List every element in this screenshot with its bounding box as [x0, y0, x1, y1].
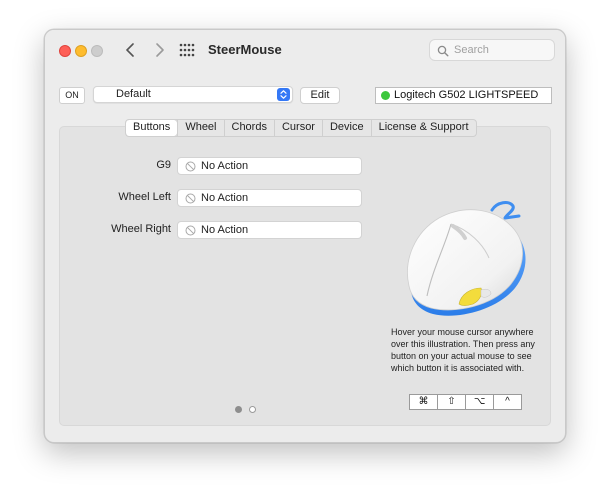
button-action-value: No Action: [201, 160, 249, 172]
profile-select[interactable]: Default: [93, 86, 293, 103]
tab-buttons[interactable]: Buttons: [126, 120, 178, 136]
button-label: Wheel Left: [118, 191, 171, 203]
no-action-icon: [185, 225, 196, 236]
select-stepper-icon: [277, 88, 290, 101]
button-row-wheel-right: Wheel Right No Action: [45, 221, 365, 239]
tab-wheel[interactable]: Wheel: [177, 120, 223, 136]
button-action-value: No Action: [201, 224, 249, 236]
button-action-value: No Action: [201, 192, 249, 204]
button-action-field[interactable]: No Action: [177, 221, 362, 239]
mouse-icon: [407, 201, 526, 316]
button-label: Wheel Right: [111, 223, 171, 235]
app-window: SteerMouse Search ON Default Edit Logite…: [44, 29, 566, 443]
device-name: Logitech G502 LIGHTSPEED: [394, 89, 539, 101]
button-label: G9: [156, 159, 171, 171]
chevron-left-icon: [126, 43, 134, 57]
search-placeholder: Search: [454, 44, 489, 56]
show-all-button[interactable]: [179, 43, 195, 57]
page-dot-1[interactable]: [235, 406, 242, 413]
no-action-icon: [185, 193, 196, 204]
tab-cursor[interactable]: Cursor: [273, 120, 322, 136]
button-row-wheel-left: Wheel Left No Action: [45, 189, 365, 207]
device-selector[interactable]: Logitech G502 LIGHTSPEED: [375, 87, 552, 104]
grid-icon: [179, 43, 195, 57]
back-button[interactable]: [121, 41, 141, 59]
on-toggle-button[interactable]: ON: [59, 87, 85, 104]
edit-button[interactable]: Edit: [300, 87, 340, 104]
tab-chords[interactable]: Chords: [223, 120, 274, 136]
button-row-g9: G9 No Action: [45, 157, 365, 175]
search-field[interactable]: Search: [429, 39, 555, 61]
zoom-window-button[interactable]: [91, 45, 103, 57]
illustration-hint-text: Hover your mouse cursor anywhere over th…: [391, 327, 535, 373]
profile-toolbar: ON Default Edit Logitech G502 LIGHTSPEED: [45, 85, 565, 107]
modifier-key-bar: ⌘ ⇧ ⌥ ^: [409, 394, 522, 410]
tab-license-support[interactable]: License & Support: [370, 120, 476, 136]
device-status-icon: [381, 91, 390, 100]
shift-key-button[interactable]: ⇧: [437, 395, 465, 409]
chevron-right-icon: [156, 43, 164, 57]
forward-button[interactable]: [149, 41, 169, 59]
profile-value: Default: [116, 88, 151, 100]
command-key-button[interactable]: ⌘: [410, 395, 437, 409]
mouse-illustration[interactable]: [397, 196, 537, 326]
no-action-icon: [185, 161, 196, 172]
option-key-button[interactable]: ⌥: [465, 395, 493, 409]
control-key-button[interactable]: ^: [493, 395, 521, 409]
page-dot-2[interactable]: [249, 406, 256, 413]
search-icon: [437, 45, 449, 57]
window-title: SteerMouse: [208, 42, 282, 57]
title-bar: SteerMouse Search: [45, 30, 565, 70]
minimize-window-button[interactable]: [75, 45, 87, 57]
tab-device[interactable]: Device: [321, 120, 371, 136]
tab-bar: Buttons Wheel Chords Cursor Device Licen…: [125, 119, 477, 137]
button-action-field[interactable]: No Action: [177, 157, 362, 175]
close-window-button[interactable]: [59, 45, 71, 57]
button-action-field[interactable]: No Action: [177, 189, 362, 207]
